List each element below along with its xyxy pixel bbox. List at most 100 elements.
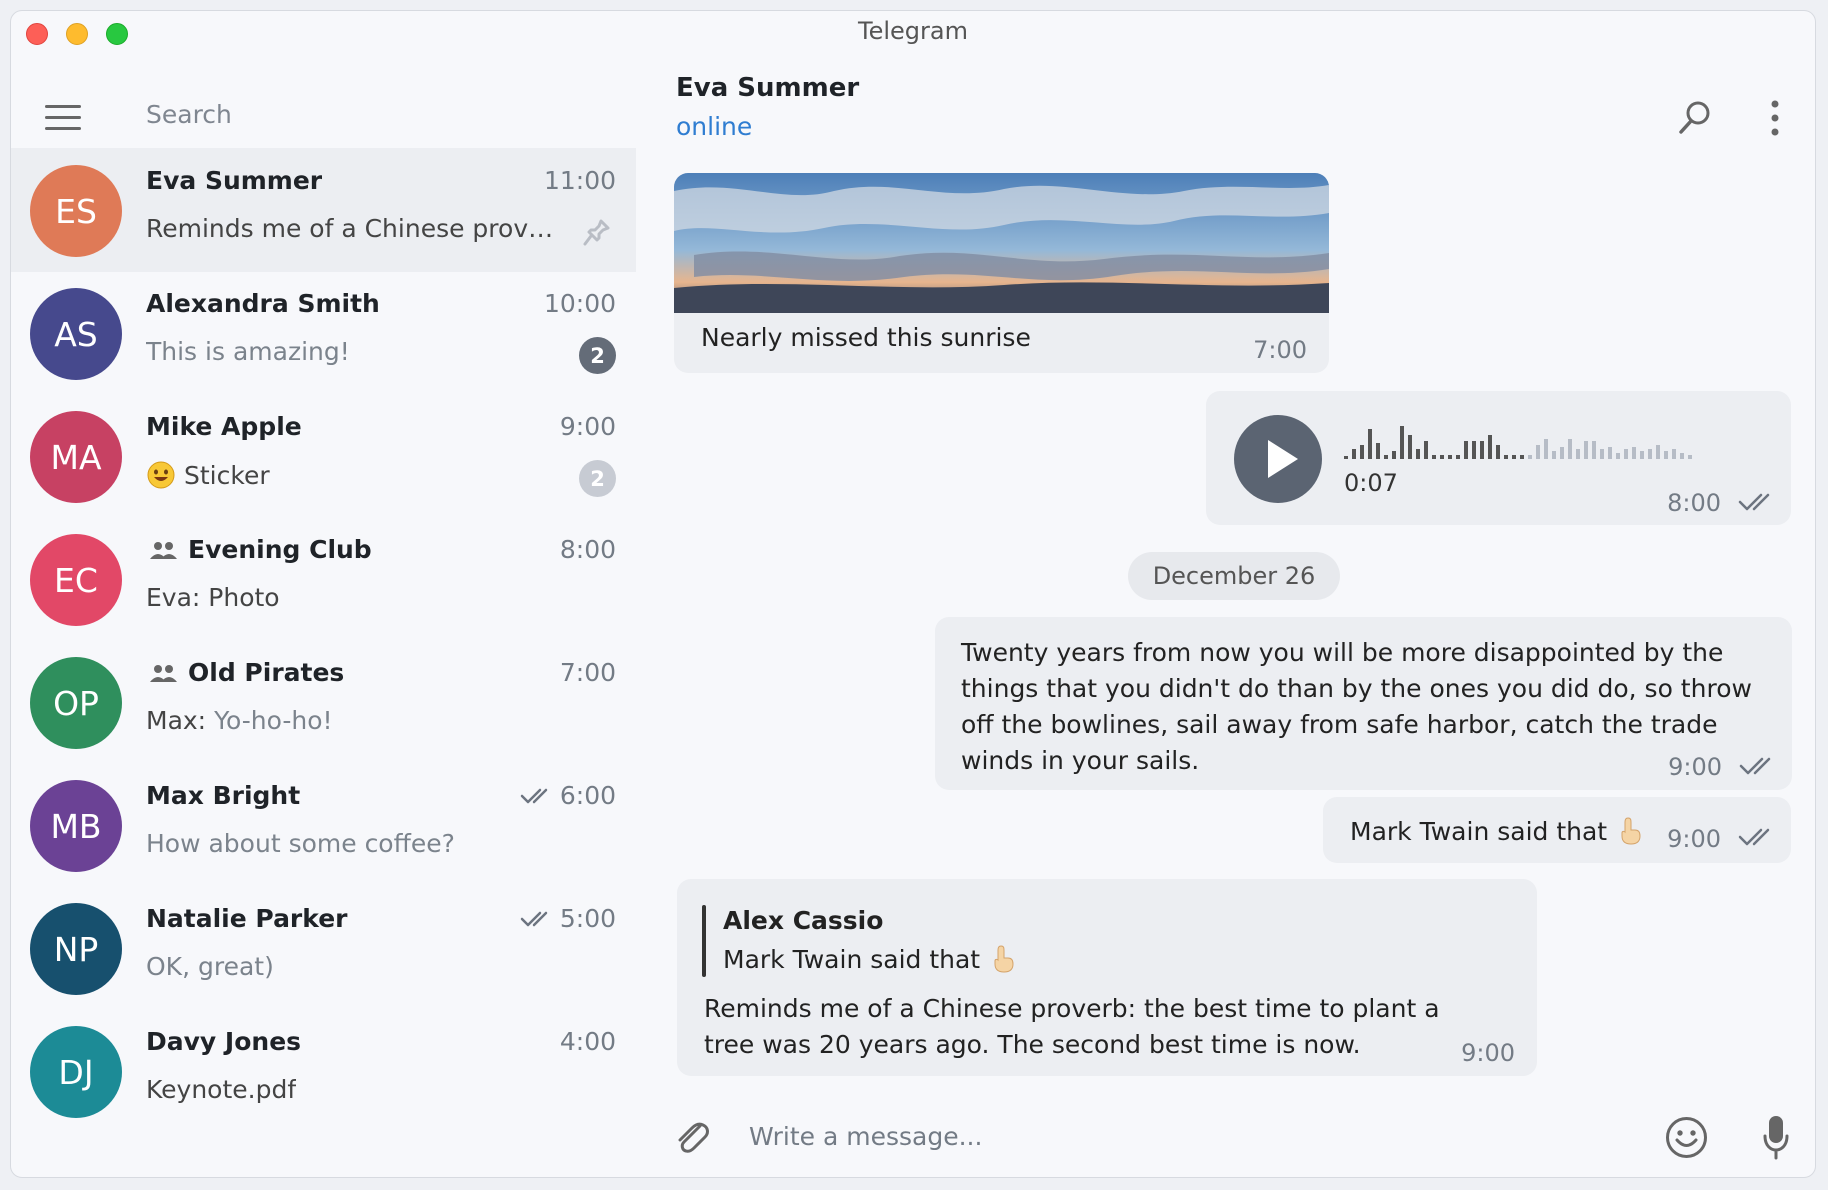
- hamburger-menu-icon[interactable]: [45, 105, 81, 131]
- chat-preview: Max: Yo-ho-ho!: [146, 706, 333, 735]
- chat-name: Natalie Parker: [146, 904, 348, 933]
- search-placeholder[interactable]: Search: [146, 100, 232, 129]
- double-check-icon: [1739, 757, 1771, 775]
- chat-time-text: 5:00: [559, 904, 616, 933]
- chat-time: 4:00: [559, 1027, 616, 1056]
- more-vertical-icon[interactable]: [1766, 98, 1784, 138]
- double-check-icon: [520, 788, 548, 804]
- group-icon: [150, 542, 177, 559]
- avatar: ES: [30, 165, 122, 257]
- chat-time: 8:00: [559, 535, 616, 564]
- chat-time-text: 6:00: [559, 781, 616, 810]
- chat-name: Evening Club: [146, 535, 372, 564]
- message-time: 9:00: [1668, 753, 1722, 781]
- chat-name: Old Pirates: [146, 658, 344, 687]
- chat-list-item-old-pirates[interactable]: OP Old Pirates 7:00 Max: Yo-ho-ho!: [11, 640, 636, 764]
- chat-status: online: [676, 112, 753, 141]
- chat-preview: This is amazing!: [146, 337, 350, 366]
- photo-message[interactable]: Nearly missed this sunrise 7:00: [674, 173, 1329, 373]
- double-check-icon: [1738, 828, 1770, 846]
- chat-title: Eva Summer: [676, 73, 860, 103]
- chat-preview: Reminds me of a Chinese prover...: [146, 214, 561, 243]
- chat-list-item-natalie-parker[interactable]: NP Natalie Parker 5:00 OK, great): [11, 886, 636, 1010]
- pointing-up-icon: [994, 945, 1014, 973]
- chat-name: Davy Jones: [146, 1027, 302, 1056]
- chat-preview: Sticker: [146, 460, 270, 490]
- avatar: EC: [30, 534, 122, 626]
- date-separator: December 26: [1128, 552, 1340, 600]
- chat-time: 5:00: [520, 904, 616, 933]
- voice-message[interactable]: 0:07 8:00: [1206, 391, 1791, 525]
- chat-list-item-alexandra-smith[interactable]: AS Alexandra Smith 10:00 This is amazing…: [11, 271, 636, 395]
- chat-list-item-eva-summer[interactable]: ES Eva Summer 11:00 Reminds me of a Chin…: [11, 148, 636, 272]
- unread-badge: 2: [579, 337, 616, 374]
- avatar: MA: [30, 411, 122, 503]
- avatar: AS: [30, 288, 122, 380]
- voice-waveform[interactable]: [1344, 421, 1704, 461]
- message-text: Twenty years from now you will be more d…: [961, 638, 1752, 775]
- double-check-icon: [1738, 493, 1770, 511]
- reply-author: Alex Cassio: [723, 906, 884, 935]
- chat-name-text: Evening Club: [188, 535, 372, 564]
- message-composer: [636, 1101, 1815, 1177]
- chat-preview: Keynote.pdf: [146, 1075, 297, 1104]
- short-message[interactable]: Mark Twain said that 9:00: [1323, 797, 1791, 863]
- avatar: DJ: [30, 1026, 122, 1118]
- reply-quote-text: Mark Twain said that: [723, 945, 981, 974]
- chat-name: Mike Apple: [146, 412, 302, 441]
- chat-list-sidebar: Search ES Eva Summer 11:00 Reminds me of…: [11, 55, 636, 1177]
- message-input[interactable]: [749, 1113, 1599, 1159]
- pointing-up-icon: [1621, 817, 1641, 845]
- chat-preview: OK, great): [146, 952, 274, 981]
- chat-name: Alexandra Smith: [146, 289, 380, 318]
- chat-header: Eva Summer online: [676, 73, 859, 141]
- message-text: Mark Twain said that: [1350, 815, 1643, 846]
- title-bar: Telegram: [11, 11, 1815, 55]
- voice-duration: 0:07: [1344, 469, 1398, 497]
- reply-message[interactable]: Alex Cassio Mark Twain said that Reminds…: [677, 879, 1537, 1076]
- chat-name-text: Old Pirates: [188, 658, 345, 687]
- smile-icon[interactable]: [1664, 1115, 1709, 1160]
- chat-time: 11:00: [543, 166, 616, 195]
- search-icon[interactable]: [1675, 98, 1715, 138]
- play-icon[interactable]: [1234, 415, 1322, 503]
- chat-list-item-mike-apple[interactable]: MA Mike Apple 9:00 Sticker 2: [11, 394, 636, 518]
- reply-quote: Mark Twain said that: [723, 943, 1016, 974]
- message-time: 9:00: [1461, 1039, 1515, 1067]
- microphone-icon[interactable]: [1760, 1113, 1792, 1161]
- avatar: MB: [30, 780, 122, 872]
- message-text-content: Mark Twain said that: [1350, 817, 1608, 846]
- avatar: OP: [30, 657, 122, 749]
- chat-name: Max Bright: [146, 781, 301, 810]
- photo-caption: Nearly missed this sunrise: [701, 323, 1031, 352]
- message-time: 8:00: [1667, 489, 1721, 517]
- reply-quote-bar: [702, 905, 706, 977]
- preview-sender: Max:: [146, 706, 207, 735]
- chat-list-item-evening-club[interactable]: EC Evening Club 8:00 Eva: Photo: [11, 517, 636, 641]
- chat-time: 6:00: [520, 781, 616, 810]
- chat-list-item-max-bright[interactable]: MB Max Bright 6:00 How about some coffee…: [11, 763, 636, 887]
- quote-message[interactable]: Twenty years from now you will be more d…: [935, 617, 1792, 790]
- preview-message: Yo-ho-ho!: [214, 706, 333, 735]
- chat-preview-text: Sticker: [184, 461, 270, 490]
- paperclip-icon[interactable]: [672, 1117, 714, 1159]
- chat-list-item-davy-jones[interactable]: DJ Davy Jones 4:00 Keynote.pdf: [11, 1009, 636, 1133]
- window-title: Telegram: [858, 17, 968, 45]
- chat-name: Eva Summer: [146, 166, 323, 195]
- double-check-icon: [520, 911, 548, 927]
- chat-preview: Eva: Photo: [146, 583, 280, 612]
- smiling-face-icon: [147, 461, 175, 489]
- message-time: 9:00: [1667, 825, 1721, 853]
- message-text: Reminds me of a Chinese proverb: the bes…: [704, 994, 1440, 1059]
- telegram-window: Telegram Search ES Eva Summer 11:00 Remi…: [10, 10, 1816, 1178]
- pin-icon: [583, 219, 610, 246]
- avatar: NP: [30, 903, 122, 995]
- group-icon: [150, 665, 177, 682]
- unread-badge: 2: [579, 460, 616, 497]
- chat-time: 10:00: [543, 289, 616, 318]
- chat-time: 7:00: [559, 658, 616, 687]
- message-time: 7:00: [1253, 336, 1307, 364]
- chat-preview: How about some coffee?: [146, 829, 455, 858]
- sunrise-photo[interactable]: [674, 173, 1329, 313]
- chat-time: 9:00: [559, 412, 616, 441]
